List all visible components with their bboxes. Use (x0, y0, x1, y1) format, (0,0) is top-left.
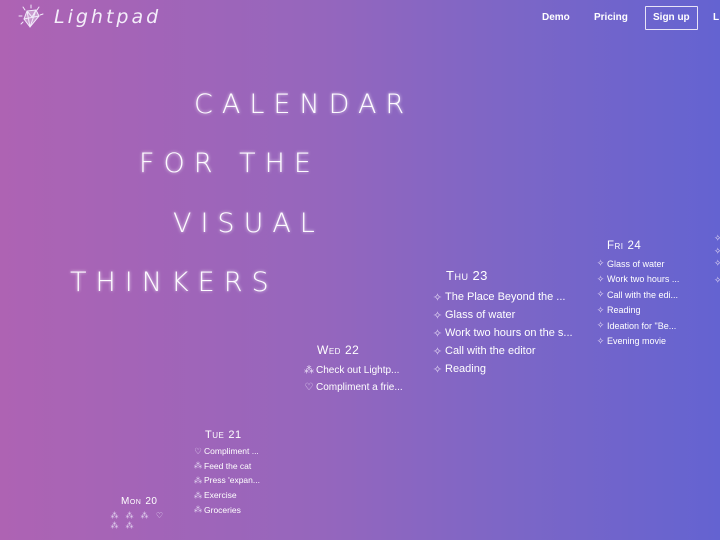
task-item[interactable]: ✧ Glass of water (594, 256, 679, 272)
sparkle-icon: ✧ (596, 320, 605, 331)
collapsed-task-icons[interactable]: ⁂ ⁂ ⁂ ♡ ⁂ ⁂ (109, 511, 173, 530)
day-column-fri: Fri 24 ✧ Glass of water ✧ Work two hours ..… (594, 240, 680, 350)
task-item[interactable]: ✧ Evening movie (594, 334, 679, 350)
sparkle-icon: ✧ (714, 245, 720, 256)
sparkle-icon: ✧ (596, 304, 605, 315)
shapes-icon: ⁂ (125, 521, 134, 530)
shapes-icon: ⁂ (110, 521, 119, 530)
headline-line-4: THINKERS (70, 267, 278, 298)
heart-shield-icon: ♡ (304, 382, 314, 393)
task-item[interactable]: ⁂ Feed the cat (192, 459, 260, 474)
signup-button[interactable]: Sign up (645, 6, 698, 30)
headline-line-3: VISUAL (173, 208, 324, 239)
shapes-icon: ⁂ (110, 511, 119, 520)
task-item[interactable]: ⁂ Press 'expan... (192, 473, 260, 488)
shapes-icon: ⁂ (193, 504, 203, 515)
nav-pricing-link[interactable]: Pricing (594, 12, 628, 23)
day-column-thu: Thu 23 ✧ The Place Beyond the ... ✧ Glass o… (430, 268, 573, 378)
day-header: Fri 24 (607, 240, 642, 252)
day-header: Thu 23 (446, 268, 488, 283)
day-column-mon: Mon 20 ⁂ ⁂ ⁂ ♡ ⁂ ⁂ (109, 496, 173, 530)
day-header: Tue 21 (205, 429, 242, 441)
day-column-wed: Wed 22 ⁂ Check out Lightp... ♡ Compliment a… (302, 343, 403, 396)
shapes-icon: ⁂ (193, 474, 203, 485)
sparkle-icon: ✧ (714, 274, 720, 285)
task-item[interactable]: ✧ Work two hours ... (594, 272, 680, 288)
heart-shield-icon: ♡ (155, 511, 164, 520)
shapes-icon: ⁂ (125, 511, 134, 520)
sparkle-icon: ✧ (596, 258, 605, 269)
sparkle-icon: ✧ (596, 273, 605, 284)
shapes-icon: ⁂ (193, 460, 203, 471)
task-item[interactable]: ♡ Compliment a frie... (302, 379, 403, 396)
task-item[interactable]: ✧ The Place Beyond the ... (430, 288, 573, 306)
sparkle-icon: ✧ (432, 345, 443, 358)
task-item[interactable]: ✧ Glass of water (430, 306, 573, 324)
nav-login-link[interactable]: L (713, 12, 719, 23)
shapes-icon: ⁂ (304, 365, 314, 376)
shapes-icon: ⁂ (140, 511, 149, 520)
sparkle-icon: ✧ (432, 363, 443, 376)
sparkle-icon: ✧ (714, 258, 720, 268)
sparkle-icon: ✧ (596, 289, 605, 300)
task-item[interactable]: ♡ Compliment ... (192, 444, 260, 459)
sparkle-icon: ✧ (714, 233, 720, 243)
day-header: Mon 20 (121, 496, 158, 507)
day-column-tue: Tue 21 ♡ Compliment ... ⁂ Feed the cat ⁂ Pre… (192, 429, 260, 517)
task-item[interactable]: ⁂ Exercise (192, 488, 260, 503)
heart-shield-icon: ♡ (194, 445, 202, 456)
task-item[interactable]: ⁂ Check out Lightp... (302, 362, 403, 379)
headline-line-2: FOR THE (139, 148, 320, 179)
headline-line-1: CALENDAR (194, 89, 414, 120)
sparkle-icon: ✧ (432, 291, 443, 304)
task-item[interactable]: ✧ Ideation for "Be... (594, 318, 679, 334)
task-item[interactable]: ✧ Work two hours on the s... (430, 324, 573, 342)
day-header: Wed 22 (317, 343, 360, 357)
shapes-icon: ⁂ (193, 489, 203, 500)
sparkle-icon: ✧ (596, 335, 605, 346)
sparkle-icon: ✧ (432, 309, 443, 322)
task-item[interactable]: ✧ Reading (430, 360, 573, 378)
task-item[interactable]: ✧ Call with the edi... (594, 287, 679, 303)
task-item[interactable]: ✧ Reading (594, 303, 679, 319)
task-item[interactable]: ✧ Call with the editor (430, 342, 573, 360)
nav-demo-link[interactable]: Demo (542, 12, 570, 23)
sparkle-icon: ✧ (432, 327, 443, 340)
day-column-sat-partial: ✧ ✧ ✧ ✧ (714, 233, 720, 287)
top-nav: Demo Pricing Sign up L (0, 6, 720, 30)
task-item[interactable]: ⁂ Groceries (192, 502, 260, 517)
